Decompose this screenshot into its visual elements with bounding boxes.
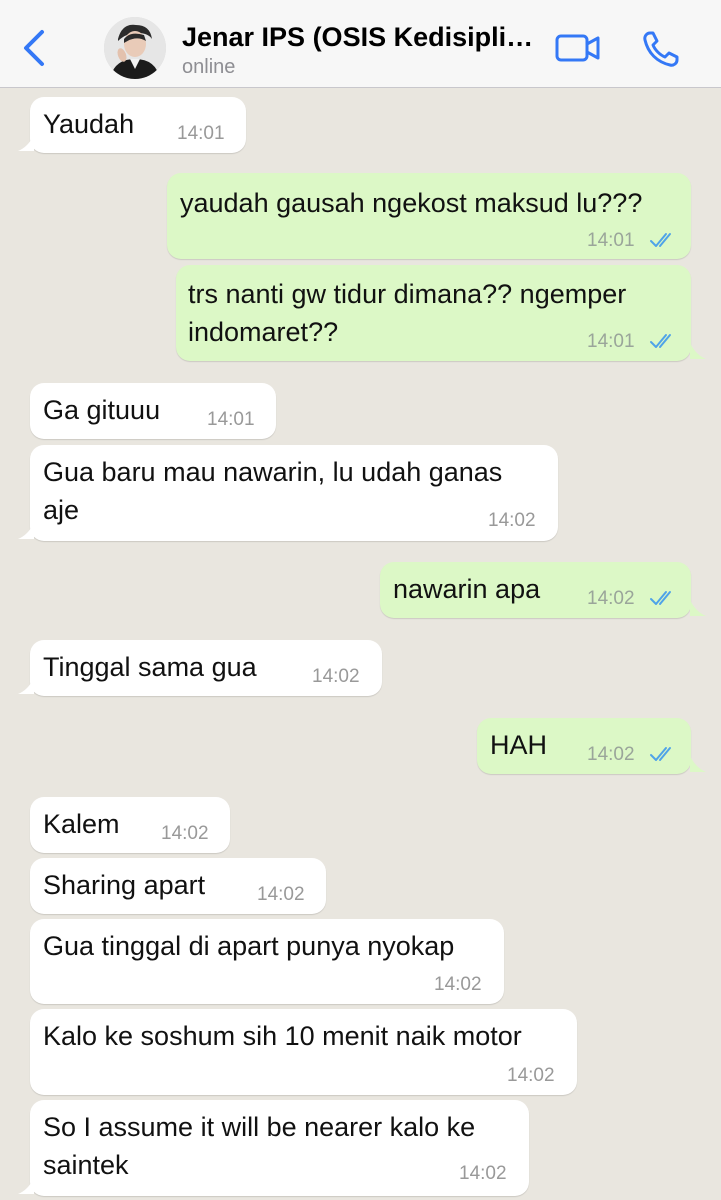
read-receipt-icon: [650, 334, 671, 348]
message-time: 14:02: [507, 1065, 555, 1086]
message-time: 14:01: [587, 230, 635, 251]
message-time: 14:02: [459, 1163, 507, 1184]
message-time: 14:02: [587, 588, 635, 609]
message-time: 14:02: [312, 666, 360, 687]
message-text-line: aje: [43, 495, 80, 525]
message-text: yaudah gausah ngekost maksud lu???: [180, 188, 643, 218]
message-text: Kalem: [43, 809, 120, 839]
message-time: 14:02: [434, 974, 482, 995]
message-time: 14:02: [161, 823, 209, 844]
contact-name[interactable]: Jenar IPS (OSIS Kedisiplinan): [182, 22, 537, 53]
message-text: Gua tinggal di apart punya nyokap: [43, 931, 455, 961]
message-text: Ga gituuu: [43, 395, 161, 425]
message-time: 14:01: [177, 123, 225, 144]
read-receipt-icon: [650, 233, 671, 247]
video-call-icon[interactable]: [554, 30, 602, 66]
bubble-tail: [18, 1178, 34, 1194]
outgoing-message[interactable]: HAH 14:02: [477, 718, 691, 774]
bubble-tail: [690, 343, 706, 359]
message-text-line: indomaret??: [188, 317, 339, 347]
bubble-tail: [690, 756, 706, 772]
contact-status: online: [182, 56, 236, 78]
bubble-tail: [18, 523, 34, 539]
back-chevron-icon[interactable]: [18, 28, 52, 68]
message-text: Kalo ke soshum sih 10 menit naik motor: [43, 1021, 522, 1051]
incoming-message[interactable]: So I assume it will be nearer kalo ke sa…: [30, 1100, 529, 1196]
message-text: Yaudah: [43, 109, 135, 139]
read-receipt-icon: [650, 591, 671, 605]
outgoing-message[interactable]: nawarin apa 14:02: [380, 562, 691, 618]
message-text: Sharing apart: [43, 870, 206, 900]
bubble-tail: [18, 135, 34, 151]
incoming-message[interactable]: Gua tinggal di apart punya nyokap 14:02: [30, 919, 504, 1004]
message-text-line: Gua baru mau nawarin, lu udah ganas: [43, 457, 503, 487]
phone-call-icon[interactable]: [640, 28, 682, 70]
bubble-tail: [690, 600, 706, 616]
message-text: HAH: [490, 730, 548, 760]
avatar[interactable]: [104, 17, 166, 79]
message-text: Tinggal sama gua: [43, 652, 257, 682]
bubble-tail: [18, 678, 34, 694]
incoming-message[interactable]: Sharing apart 14:02: [30, 858, 326, 914]
message-text-line: trs nanti gw tidur dimana?? ngemper: [188, 279, 627, 309]
incoming-message[interactable]: Kalo ke soshum sih 10 menit naik motor 1…: [30, 1009, 577, 1095]
message-text-line: So I assume it will be nearer kalo ke: [43, 1112, 476, 1142]
message-time: 14:02: [257, 884, 305, 905]
outgoing-message[interactable]: trs nanti gw tidur dimana?? ngemper indo…: [176, 265, 691, 361]
message-time: 14:02: [587, 744, 635, 765]
chat-header: Jenar IPS (OSIS Kedisiplinan) online: [0, 0, 721, 88]
message-time: 14:01: [587, 331, 635, 352]
outgoing-message[interactable]: yaudah gausah ngekost maksud lu??? 14:01: [167, 173, 691, 259]
message-text: nawarin apa: [393, 574, 541, 604]
incoming-message[interactable]: Gua baru mau nawarin, lu udah ganas aje …: [30, 445, 558, 541]
message-time: 14:01: [207, 409, 255, 430]
incoming-message[interactable]: Yaudah 14:01: [30, 97, 246, 153]
message-time: 14:02: [488, 510, 536, 531]
incoming-message[interactable]: Ga gituuu 14:01: [30, 383, 276, 439]
incoming-message[interactable]: Kalem 14:02: [30, 797, 230, 853]
incoming-message[interactable]: Tinggal sama gua 14:02: [30, 640, 382, 696]
message-text-line: saintek: [43, 1150, 129, 1180]
read-receipt-icon: [650, 747, 671, 761]
